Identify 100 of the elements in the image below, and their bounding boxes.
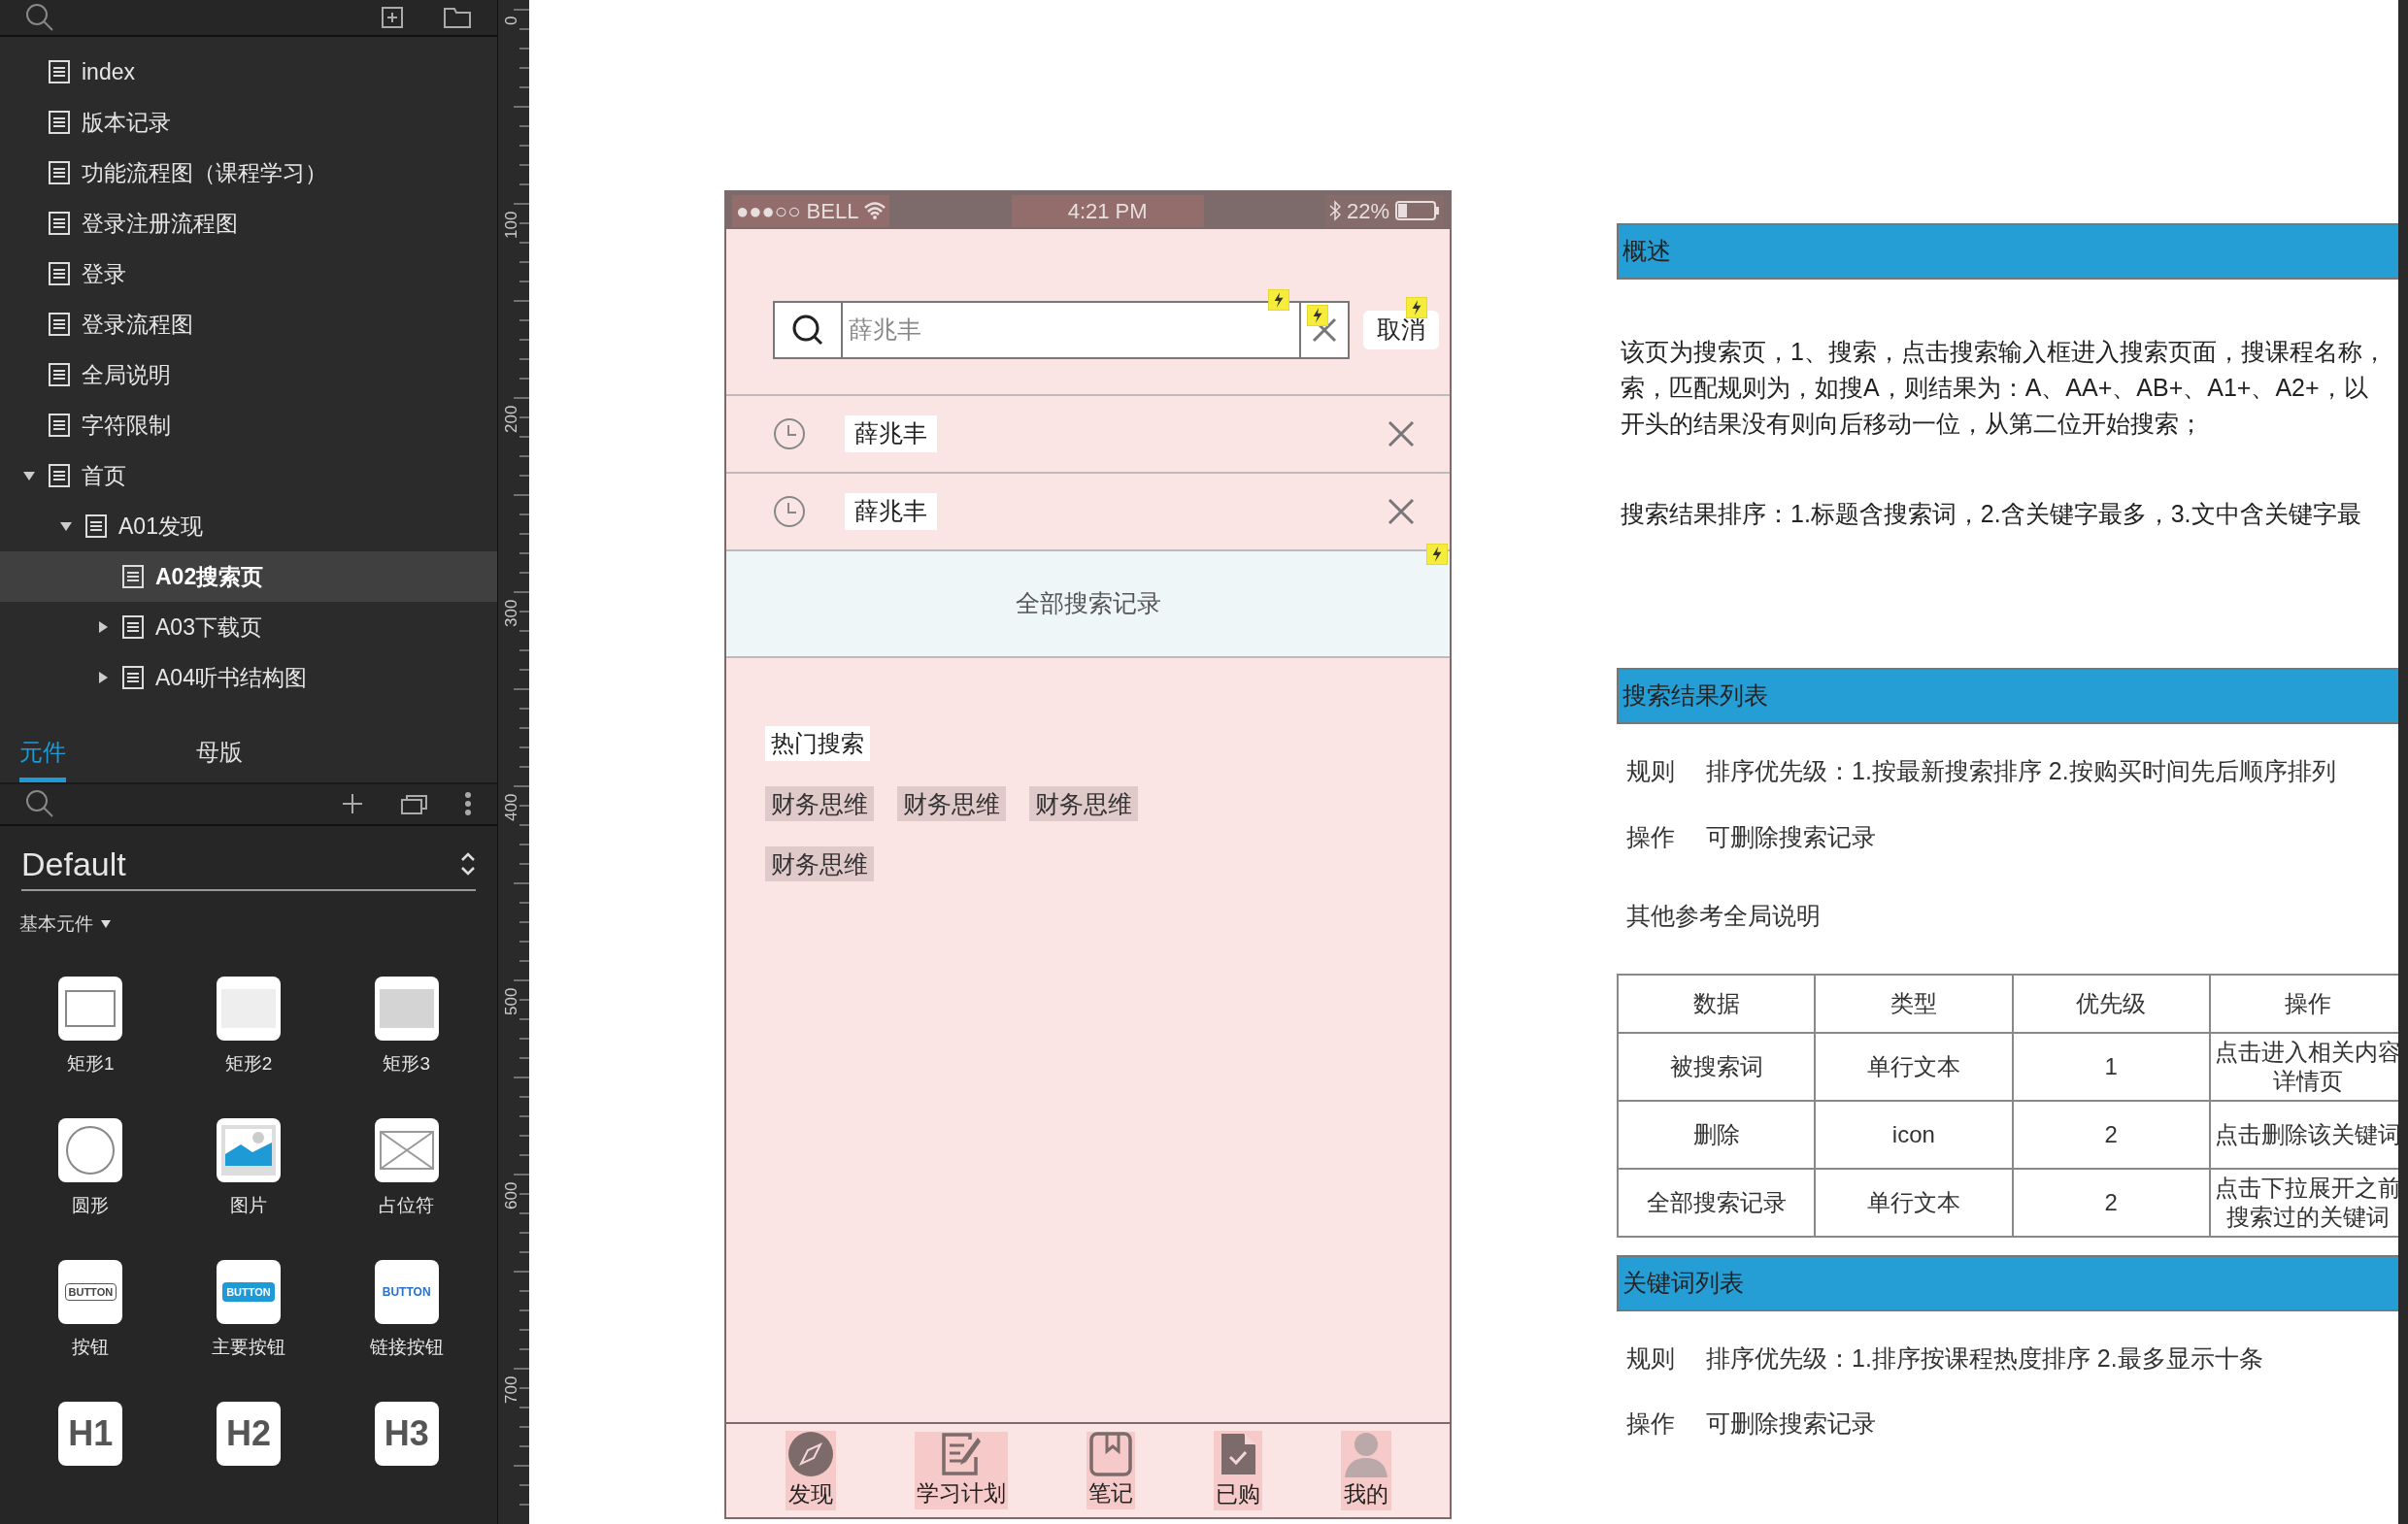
battery-icon (1395, 201, 1440, 220)
page-tree-item[interactable]: 字符限制 (0, 400, 497, 451)
copy-icon[interactable] (400, 792, 429, 816)
page-tree-item[interactable]: 登录 (0, 248, 497, 300)
page-tree-item[interactable]: 首页 (0, 450, 497, 502)
tab-bar-item[interactable]: 已购 (1213, 1430, 1262, 1511)
folder-icon[interactable] (443, 6, 472, 30)
hot-search-tag[interactable]: 财务思维 (765, 846, 874, 881)
rule-text: 可删除搜索记录 (1706, 1408, 1876, 1439)
search-icon[interactable] (25, 3, 54, 33)
ruler-label: 700 (501, 1375, 521, 1404)
ruler-label: 400 (501, 793, 521, 821)
page-icon (122, 565, 144, 589)
page-icon (49, 414, 70, 438)
panel-tab[interactable]: 元件 (19, 726, 66, 783)
cancel-button[interactable]: 取消 (1363, 311, 1439, 349)
widget-label: 图片 (230, 1194, 267, 1217)
rectangle-widget-icon[interactable] (58, 977, 123, 1041)
rule-text: 排序优先级：1.按最新搜索排序 2.按购买时间先后顺序排列 (1706, 756, 2336, 786)
widget-label: 占位符 (379, 1194, 435, 1217)
page-tree-item[interactable]: A02搜索页 (0, 551, 497, 603)
more-icon[interactable] (464, 791, 472, 817)
clock-icon (773, 417, 806, 450)
button-widget-icon[interactable]: BUTTON (58, 1260, 123, 1324)
hot-search-tag[interactable]: 财务思维 (897, 786, 1006, 821)
placeholder-widget-icon[interactable] (374, 1118, 439, 1182)
search-field[interactable]: 薛兆丰 (773, 301, 1350, 359)
page-icon (49, 212, 70, 236)
caret-right-icon[interactable] (96, 671, 110, 685)
page-icon (122, 615, 144, 640)
compass-icon[interactable] (786, 1430, 834, 1477)
library-dropdown[interactable]: Default (21, 839, 476, 891)
rectangle-widget-icon[interactable] (374, 977, 439, 1041)
book-icon[interactable] (1088, 1431, 1132, 1476)
page-tree-item[interactable]: 登录流程图 (0, 299, 497, 350)
ruler-label: 300 (501, 599, 521, 627)
tab-bar-item[interactable]: 我的 (1340, 1430, 1391, 1511)
battery-percent: 22% (1346, 197, 1389, 225)
heading-widget-icon[interactable]: H1 (58, 1402, 123, 1466)
search-icon[interactable] (25, 789, 54, 819)
ruler-label: 0 (501, 16, 521, 25)
caret-right-icon[interactable] (96, 620, 110, 635)
bluetooth-icon (1328, 200, 1341, 221)
page-icon (49, 363, 70, 387)
table-cell: icon (1815, 1100, 2013, 1169)
widget-label: 圆形 (72, 1194, 110, 1217)
ruler-label: 200 (501, 405, 521, 433)
tab-bar-item[interactable]: 笔记 (1086, 1431, 1135, 1510)
tab-bar-item[interactable]: 发现 (785, 1430, 836, 1511)
close-icon[interactable] (1388, 498, 1415, 525)
history-keyword: 薛兆丰 (845, 415, 937, 452)
description-paragraph: 该页为搜索页，1、搜索，点击搜索输入框进入搜索页面，搜课程名称， 索，匹配规则为，如搜A，则结果为：A、AA+、AB+、A1+、A2+，以 开头的结果没有则向后移动一位，从第二位开始搜索； (1620, 337, 2388, 439)
page-icon (49, 161, 70, 185)
widget-label: 按钮 (72, 1336, 110, 1359)
page-icon (49, 60, 70, 84)
wifi-icon (864, 202, 886, 219)
table-cell: 1 (2012, 1032, 2210, 1101)
page-tree-item[interactable]: index (0, 47, 497, 98)
hot-search-title: 热门搜索 (765, 726, 870, 761)
clear-icon[interactable] (1311, 316, 1338, 344)
widget-label: 链接按钮 (369, 1336, 444, 1359)
rule-text: 排序优先级：1.排序按课程热度排序 2.最多显示十条 (1706, 1342, 2263, 1374)
page-tree-item[interactable]: A01发现 (0, 501, 497, 552)
edit-icon[interactable] (940, 1431, 982, 1476)
widget-label: 主要按钮 (212, 1336, 285, 1359)
heading-widget-icon[interactable]: H2 (217, 1402, 281, 1466)
page-tree-item[interactable]: A04听书结构图 (0, 652, 497, 704)
page-tree-item[interactable]: 版本记录 (0, 97, 497, 149)
panel-tab[interactable]: 母版 (190, 726, 249, 783)
close-icon[interactable] (1388, 420, 1415, 447)
plus-icon[interactable] (342, 793, 363, 815)
search-input[interactable]: 薛兆丰 (843, 303, 1299, 357)
tab-bar-item[interactable]: 学习计划 (914, 1431, 1008, 1510)
clock-icon (773, 495, 806, 528)
add-page-icon[interactable] (381, 6, 404, 30)
lightning-icon (1426, 544, 1448, 565)
page-tree-item[interactable]: 功能流程图（课程学习） (0, 148, 497, 199)
widget-label: 矩形1 (67, 1052, 115, 1076)
history-row[interactable]: 薛兆丰 (726, 396, 1450, 474)
rule-label: 规则 (1626, 1342, 1675, 1374)
table-cell: 2 (2012, 1100, 2210, 1169)
page-tree-item[interactable]: 登录注册流程图 (0, 198, 497, 249)
image-widget-icon[interactable] (217, 1118, 281, 1182)
status-time: 4:21 PM (1011, 194, 1204, 227)
link-button-widget-icon[interactable]: BUTTON (374, 1260, 439, 1324)
page-tree-item[interactable]: A03下载页 (0, 602, 497, 653)
widget-label: 矩形3 (383, 1052, 430, 1076)
lightning-icon (1307, 305, 1328, 326)
page-icon (49, 313, 70, 337)
table-cell: 删除 (1618, 1100, 1816, 1169)
table-header-cell: 数据 (1618, 974, 1816, 1033)
heading-widget-icon[interactable]: H3 (374, 1402, 439, 1466)
widget-group-toggle[interactable]: 基本元件 (19, 910, 111, 938)
page-tree-item[interactable]: 全局说明 (0, 349, 497, 401)
all-history-button[interactable]: 全部搜索记录 (726, 551, 1450, 658)
hot-search-tag[interactable]: 财务思维 (1029, 786, 1138, 821)
circle-widget-icon[interactable] (58, 1118, 123, 1182)
hot-search-tag[interactable]: 财务思维 (765, 786, 874, 821)
search-icon (791, 314, 824, 347)
page-icon (122, 666, 144, 690)
